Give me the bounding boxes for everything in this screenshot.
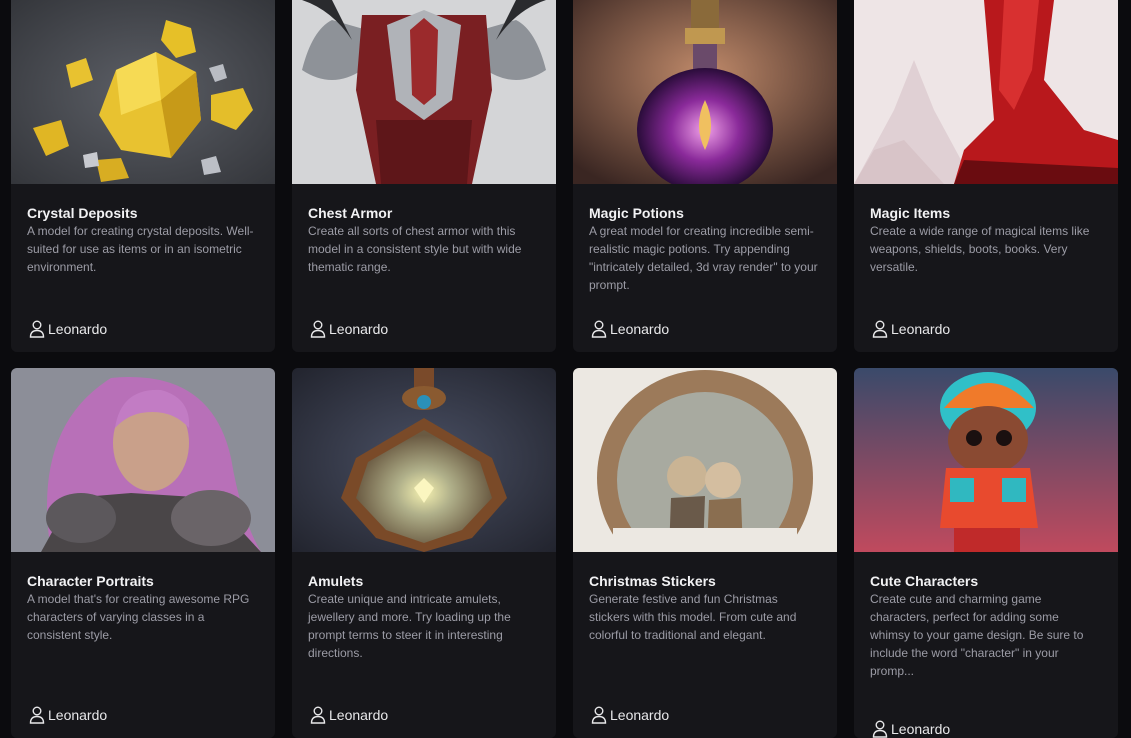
model-author-name: Leonardo bbox=[610, 321, 670, 337]
model-card-chest-armor[interactable]: Chest Armor Create all sorts of chest ar… bbox=[292, 0, 556, 352]
model-thumbnail-christmas-stickers bbox=[573, 368, 837, 552]
model-author-name: Leonardo bbox=[329, 321, 389, 337]
model-card-magic-items[interactable]: Magic Items Create a wide range of magic… bbox=[854, 0, 1118, 352]
model-thumbnail-chest-armor bbox=[292, 0, 556, 184]
user-icon bbox=[310, 320, 326, 338]
model-title: Christmas Stickers bbox=[589, 573, 716, 589]
model-author-name: Leonardo bbox=[891, 321, 951, 337]
model-description: A great model for creating incredible se… bbox=[589, 224, 818, 292]
model-card-crystal-deposits[interactable]: Crystal Deposits A model for creating cr… bbox=[11, 0, 275, 352]
model-description: Create a wide range of magical items lik… bbox=[870, 224, 1090, 274]
model-thumbnail-crystal-deposits bbox=[11, 0, 275, 184]
model-thumbnail-amulets bbox=[292, 368, 556, 552]
model-thumbnail-cute-characters bbox=[854, 368, 1118, 552]
user-icon bbox=[591, 320, 607, 338]
user-icon bbox=[591, 706, 607, 724]
model-author[interactable]: Leonardo bbox=[591, 706, 669, 724]
model-title: Character Portraits bbox=[27, 573, 154, 589]
model-thumbnail-character-portraits bbox=[11, 368, 275, 552]
user-icon bbox=[29, 320, 45, 338]
user-icon bbox=[310, 706, 326, 724]
model-description: Create all sorts of chest armor with thi… bbox=[308, 224, 522, 274]
model-title: Cute Characters bbox=[870, 573, 979, 589]
model-card-character-portraits[interactable]: Character Portraits A model that's for c… bbox=[11, 368, 275, 738]
model-thumbnail-magic-potions bbox=[573, 0, 837, 184]
model-author-name: Leonardo bbox=[891, 721, 951, 737]
model-card-cute-characters[interactable]: Cute Characters Create cute and charming… bbox=[854, 368, 1118, 738]
model-author[interactable]: Leonardo bbox=[872, 320, 950, 338]
model-description: A model that's for creating awesome RPG … bbox=[27, 592, 250, 642]
model-author-name: Leonardo bbox=[329, 707, 389, 723]
model-title: Magic Items bbox=[870, 205, 951, 221]
model-author[interactable]: Leonardo bbox=[872, 720, 950, 738]
model-author-name: Leonardo bbox=[48, 321, 108, 337]
model-author[interactable]: Leonardo bbox=[29, 706, 107, 724]
model-description: Create cute and charming game characters… bbox=[870, 592, 1084, 678]
model-author-name: Leonardo bbox=[610, 707, 670, 723]
model-author[interactable]: Leonardo bbox=[310, 706, 388, 724]
user-icon bbox=[872, 720, 888, 738]
model-author[interactable]: Leonardo bbox=[29, 320, 107, 338]
model-card-christmas-stickers[interactable]: Christmas Stickers Generate festive and … bbox=[573, 368, 837, 738]
model-description: Create unique and intricate amulets, jew… bbox=[308, 592, 511, 660]
model-card-amulets[interactable]: Amulets Create unique and intricate amul… bbox=[292, 368, 556, 738]
model-description: Generate festive and fun Christmas stick… bbox=[589, 592, 797, 642]
model-grid: Crystal Deposits A model for creating cr… bbox=[11, 0, 1118, 738]
model-title: Crystal Deposits bbox=[27, 205, 138, 221]
user-icon bbox=[29, 706, 45, 724]
model-author[interactable]: Leonardo bbox=[310, 320, 388, 338]
model-title: Magic Potions bbox=[589, 205, 684, 221]
user-icon bbox=[872, 320, 888, 338]
model-thumbnail-magic-items bbox=[854, 0, 1118, 184]
model-author[interactable]: Leonardo bbox=[591, 320, 669, 338]
model-title: Amulets bbox=[308, 573, 364, 589]
model-title: Chest Armor bbox=[308, 205, 393, 221]
model-description: A model for creating crystal deposits. W… bbox=[27, 224, 254, 274]
model-card-magic-potions[interactable]: Magic Potions A great model for creating… bbox=[573, 0, 837, 352]
model-author-name: Leonardo bbox=[48, 707, 108, 723]
